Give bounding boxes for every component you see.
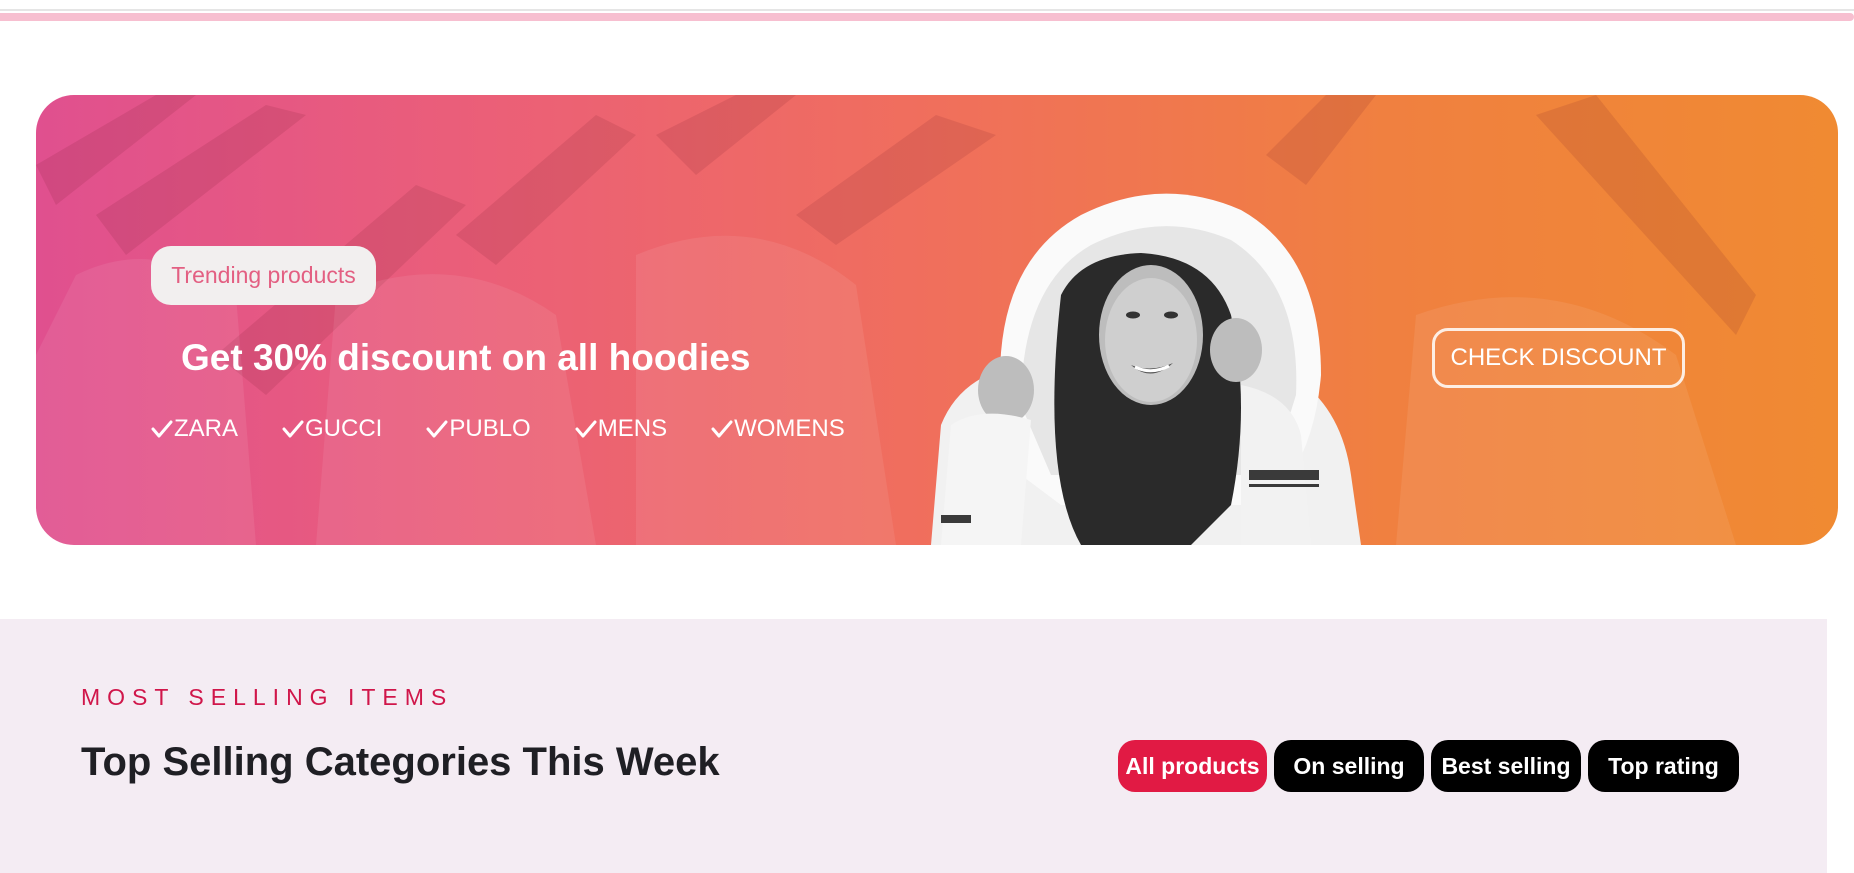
brand-label: GUCCI	[305, 415, 383, 442]
trending-products-badge[interactable]: Trending products	[151, 246, 376, 305]
brand-label: MENS	[597, 415, 668, 442]
promo-banner: Trending products Get 30% discount on al…	[36, 95, 1838, 545]
brand-item-mens: MENS	[575, 415, 667, 443]
banner-headline: Get 30% discount on all hoodies	[181, 337, 751, 378]
check-discount-button[interactable]: CHECK DISCOUNT	[1432, 328, 1685, 388]
check-icon	[426, 420, 448, 438]
brand-item-womens: WOMENS	[711, 415, 845, 443]
filter-top-rating[interactable]: Top rating	[1588, 740, 1739, 792]
filter-all-products[interactable]: All products	[1118, 740, 1267, 792]
section-eyebrow: MOST SELLING ITEMS	[81, 684, 454, 710]
top-divider	[0, 9, 1854, 11]
hooded-model-image	[931, 193, 1361, 545]
brand-label: ZARA	[174, 415, 239, 442]
check-icon	[575, 420, 597, 438]
check-icon	[711, 420, 733, 438]
section-title: Top Selling Categories This Week	[81, 740, 720, 784]
brand-list: ZARA GUCCI PUBLO MENS WOMENS	[151, 414, 845, 444]
top-progress-bar	[0, 13, 1854, 21]
check-icon	[151, 420, 173, 438]
brand-label: WOMENS	[734, 415, 845, 442]
filter-on-selling[interactable]: On selling	[1274, 740, 1424, 792]
brand-label: PUBLO	[449, 415, 531, 442]
brand-item-publo: PUBLO	[426, 415, 531, 443]
brand-item-zara: ZARA	[151, 415, 238, 443]
category-filter-tabs: All products On selling Best selling Top…	[1118, 740, 1739, 792]
filter-best-selling[interactable]: Best selling	[1431, 740, 1581, 792]
brand-item-gucci: GUCCI	[282, 415, 382, 443]
most-selling-section: MOST SELLING ITEMS Top Selling Categorie…	[0, 619, 1827, 873]
check-icon	[282, 420, 304, 438]
